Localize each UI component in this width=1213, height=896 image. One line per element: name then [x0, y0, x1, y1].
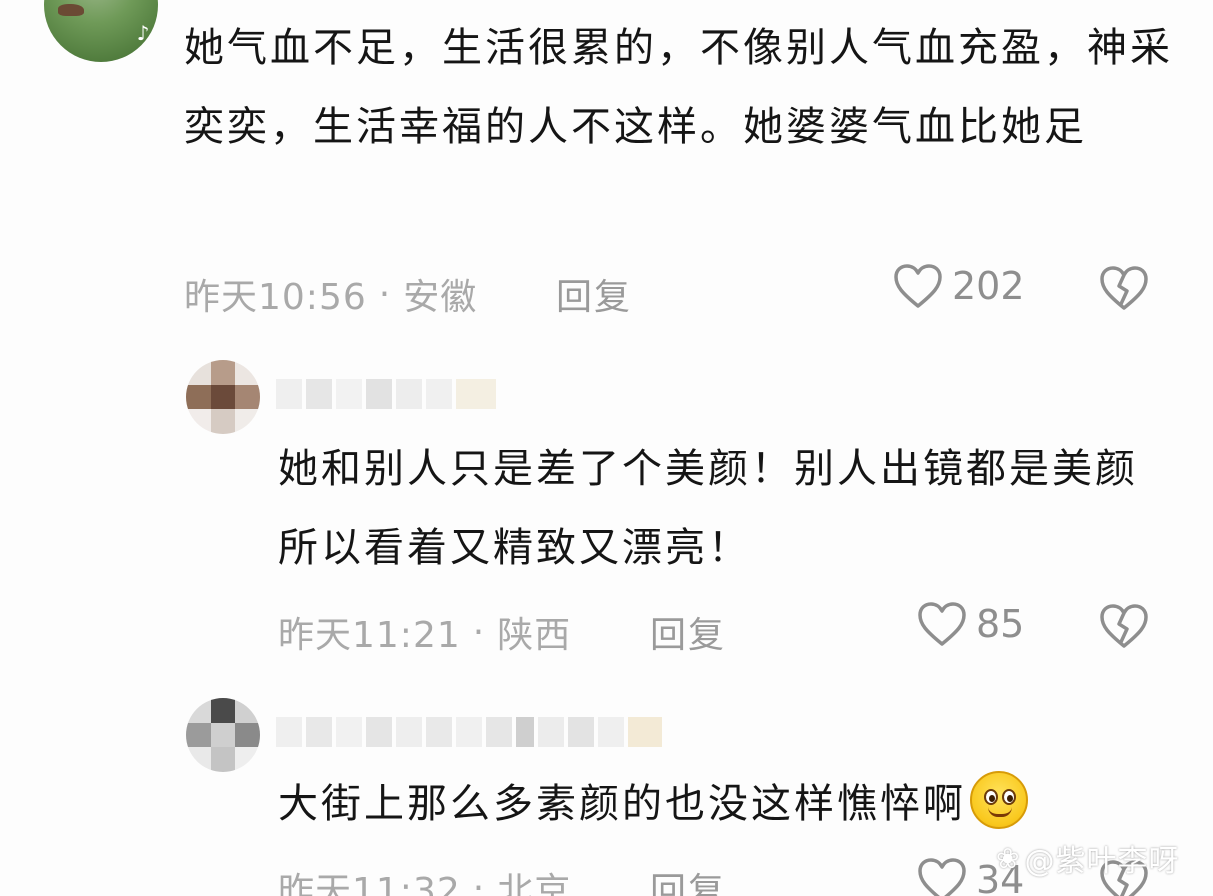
- comment-meta: 昨天11:21 · 陕西: [278, 606, 571, 658]
- comment-meta: 昨天10:56 · 安徽: [184, 268, 477, 320]
- meta-separator: ·: [472, 611, 486, 653]
- comment-text: 大街上那么多素颜的也没这样憔悴啊: [278, 765, 1098, 844]
- broken-heart-icon: [1100, 604, 1148, 648]
- comment-location: 北京: [497, 871, 572, 896]
- comment-meta: 昨天11:32 · 北京: [278, 862, 571, 896]
- avatar-cow-image: [58, 4, 84, 16]
- username-blurred[interactable]: [276, 712, 662, 752]
- meta-separator: ·: [378, 273, 392, 315]
- dislike-button[interactable]: [1098, 264, 1150, 316]
- watermark-text: @紫叶李呀: [1024, 844, 1180, 879]
- comment-text: 她气血不足，生活很累的，不像别人气血充盈，神采奕奕，生活幸福的人不这样。她婆婆气…: [184, 25, 1173, 150]
- paw-icon: ❀: [996, 841, 1021, 875]
- heart-outline-icon: [894, 264, 942, 308]
- comment-time: 昨天10:56: [184, 277, 367, 318]
- dislike-button[interactable]: [1098, 602, 1150, 654]
- tiktok-logo-icon: ♪: [136, 21, 150, 45]
- like-button[interactable]: 85: [916, 600, 1024, 648]
- meta-separator: ·: [472, 867, 486, 896]
- comment-time: 昨天11:21: [278, 615, 461, 656]
- reply-button[interactable]: 回复: [650, 862, 726, 896]
- comment-thread: ♪ 她气血不足，生活很累的，不像别人气血充盈，神采奕奕，生活幸福的人不这样。她婆…: [0, 0, 1213, 896]
- broken-heart-icon: [1100, 266, 1148, 310]
- smiley-emoji-icon: [970, 771, 1028, 829]
- commenter-avatar-blurred[interactable]: [186, 360, 260, 434]
- heart-outline-icon: [918, 858, 966, 896]
- commenter-avatar[interactable]: ♪: [44, 0, 158, 62]
- reply-button[interactable]: 回复: [650, 606, 726, 658]
- reply-button[interactable]: 回复: [556, 268, 632, 320]
- comment-time: 昨天11:32: [278, 871, 461, 896]
- like-button[interactable]: 202: [892, 262, 1025, 310]
- watermark: ❀ @紫叶李呀: [996, 836, 1179, 880]
- comment-text-content: 大街上那么多素颜的也没这样憔悴啊: [278, 781, 966, 827]
- comment-text: 她和别人只是差了个美颜！别人出镜都是美颜所以看着又精致又漂亮！: [278, 446, 1138, 571]
- like-count: 202: [952, 264, 1025, 308]
- comment-location: 安徽: [403, 277, 478, 318]
- comment-location: 陕西: [497, 615, 572, 656]
- commenter-avatar-blurred[interactable]: [186, 698, 260, 772]
- username-blurred[interactable]: [276, 374, 496, 414]
- like-count: 85: [976, 602, 1025, 646]
- heart-outline-icon: [918, 602, 966, 646]
